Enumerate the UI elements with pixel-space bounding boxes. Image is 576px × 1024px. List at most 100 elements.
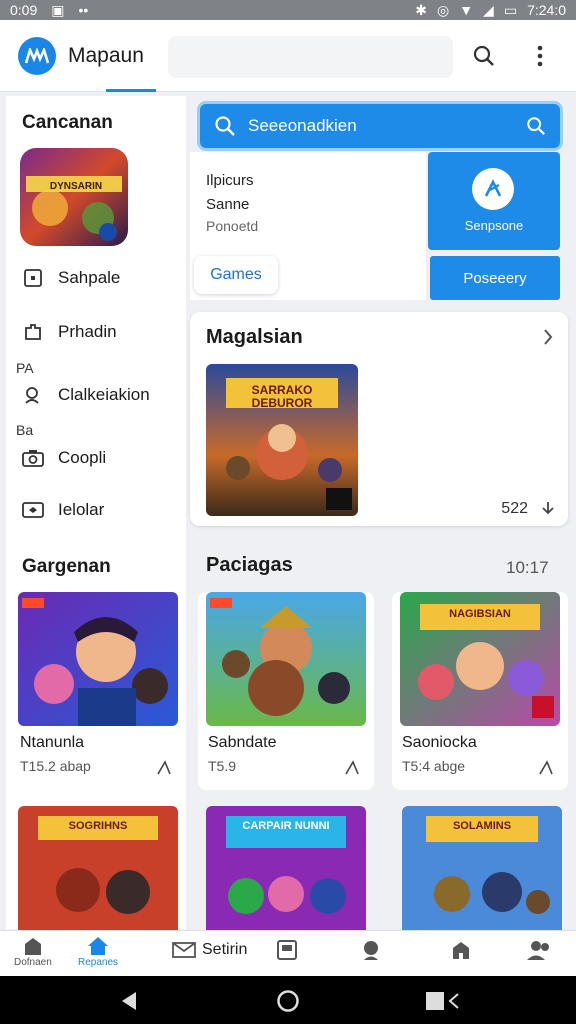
tag-icon	[22, 499, 44, 521]
status-time: 0:09	[10, 2, 38, 18]
game-meta: T15.2 abap	[20, 758, 91, 774]
app-title: Mapaun	[68, 43, 144, 67]
primary-action-label: Senpsone	[464, 218, 524, 233]
notification-icon: ▣	[51, 1, 65, 18]
bottom-game-art-1[interactable]: SOGRIHNS	[18, 806, 178, 932]
magazine-art[interactable]: SARRAKO DEBUROR	[206, 364, 358, 516]
camera-icon	[22, 447, 44, 469]
featured-caption: DYNSARIN	[49, 181, 103, 192]
sidebar-item-3[interactable]: Clalkeiakion	[22, 381, 150, 409]
title-underline	[106, 89, 156, 92]
nav-item-6[interactable]	[450, 939, 472, 961]
home-circle-icon[interactable]	[276, 989, 300, 1013]
back-icon[interactable]	[118, 990, 140, 1012]
nav-item-1[interactable]: Dofnaen	[14, 935, 52, 968]
game-name: Saoniocka	[402, 734, 477, 751]
game-card-1[interactable]: Ntanunla T15.2 abap	[10, 592, 186, 790]
more-options-icon[interactable]	[524, 40, 556, 72]
packages-title: Paciagas	[206, 554, 293, 576]
main-content: Seeeonadkien Ilpicurs Sanne Ponoetd Game…	[190, 96, 576, 929]
share-icon[interactable]	[538, 760, 554, 776]
sidebar-tag-1: PA	[16, 360, 34, 376]
magazine-title: Magalsian	[206, 326, 303, 348]
search-bar[interactable]: Seeeonadkien	[200, 104, 560, 148]
bottom-art-caption: SOLAMINS	[452, 820, 512, 832]
secondary-action-button[interactable]: Poseeery	[430, 256, 560, 300]
nav-center-text: Setirin	[202, 941, 248, 958]
sidebar-item-1[interactable]: Sahpale	[22, 264, 120, 292]
nav-item-5[interactable]	[360, 939, 382, 961]
game-card-3[interactable]: NAGIBSIAN Saoniocka T5:4 abge	[392, 592, 568, 790]
game-art-2	[206, 592, 366, 726]
app-bar: Mapaun	[0, 20, 576, 92]
wifi-icon: ▼	[459, 2, 474, 18]
game-art-caption: NAGIBSIAN	[449, 608, 511, 620]
arrow-circle-icon	[472, 168, 514, 210]
nav-item-7[interactable]	[526, 939, 552, 961]
app-logo-icon	[18, 36, 56, 75]
vibrate-icon: ◎	[436, 1, 450, 18]
search-icon	[215, 116, 235, 136]
signal-icon: ◢	[483, 1, 494, 18]
system-navigation-bar	[0, 976, 576, 1024]
promo-line-1: Ilpicurs	[206, 172, 254, 189]
sidebar: Cancanan DYNSARIN Sahpale Prhadin PA Cla…	[6, 96, 186, 929]
bluetooth-icon: ✱	[415, 1, 427, 18]
status-clock: 7:24:0	[527, 2, 566, 18]
featured-game-thumbnail[interactable]	[20, 148, 128, 246]
sidebar-item-4[interactable]: Coopli	[22, 444, 106, 472]
house-icon	[88, 937, 109, 955]
sidebar-item-label: Ielolar	[58, 500, 105, 519]
sidebar-item-2[interactable]: Prhadin	[22, 318, 117, 346]
sidebar-heading: Cancanan	[22, 112, 113, 133]
people-icon	[527, 941, 549, 960]
bottom-art-caption: CARPAIR NUNNI	[242, 820, 330, 832]
nav-item-4[interactable]	[276, 939, 298, 961]
bottom-nav: Dofnaen Repanes Setirin	[0, 930, 576, 976]
top-search-field[interactable]	[168, 36, 453, 78]
download-icon[interactable]	[540, 500, 556, 523]
promo-line-3: Ponoetd	[206, 218, 259, 234]
magazine-count: 522	[501, 500, 528, 517]
search-icon[interactable]	[468, 40, 500, 72]
mail-icon	[172, 942, 196, 958]
game-art-1	[18, 592, 178, 726]
promo-panel: Ilpicurs Sanne Ponoetd Games	[190, 152, 426, 300]
nav-item-2[interactable]: Repanes	[78, 935, 118, 968]
sidebar-tag-2: Ba	[16, 422, 34, 438]
sidebar-item-5[interactable]: Ielolar	[22, 496, 104, 524]
promo-line-2: Sanne	[206, 196, 250, 213]
sidebar-item-label: Sahpale	[58, 268, 121, 287]
bottom-art-caption: SOGRIHNS	[68, 820, 128, 832]
search-submit-icon[interactable]	[526, 116, 546, 136]
game-name: Sabndate	[208, 734, 277, 751]
status-bar: 0:09 ▣ •• ✱ ◎ ▼ ◢ ▭ 7:24:0	[0, 0, 576, 20]
bottom-game-art-3[interactable]: SOLAMINS	[402, 806, 562, 932]
primary-action-tile[interactable]: Senpsone	[428, 152, 560, 250]
game-name: Ntanunla	[20, 734, 85, 751]
search-placeholder: Seeeonadkien	[248, 116, 357, 135]
magazine-art-caption: SARRAKO DEBUROR	[251, 383, 313, 411]
person-icon	[364, 941, 378, 960]
bottom-game-art-2[interactable]: CARPAIR NUNNI	[206, 806, 366, 932]
recents-icon[interactable]	[424, 990, 462, 1012]
note-icon	[277, 940, 297, 960]
game-card-2[interactable]: Sabndate T5.9	[198, 592, 374, 790]
house-outline-icon	[453, 942, 469, 959]
home-icon	[24, 938, 41, 955]
share-icon[interactable]	[156, 760, 172, 776]
battery-icon: ▭	[503, 1, 518, 18]
games-chip[interactable]: Games	[194, 256, 278, 294]
share-icon[interactable]	[344, 760, 360, 776]
nav-label: Repanes	[78, 957, 119, 968]
person-search-icon	[22, 384, 44, 406]
chevron-right-icon[interactable]	[542, 328, 554, 351]
magazine-card: Magalsian SARRAKO DEBUROR 522	[190, 312, 568, 526]
puzzle-icon	[22, 321, 44, 343]
game-meta: T5:4 abge	[402, 758, 466, 774]
sidebar-item-label: Coopli	[58, 448, 107, 467]
game-meta: T5.9	[208, 758, 237, 774]
dots-icon: ••	[78, 2, 89, 18]
game-art-3: NAGIBSIAN	[400, 592, 560, 726]
nav-item-3[interactable]: Setirin	[172, 941, 247, 959]
